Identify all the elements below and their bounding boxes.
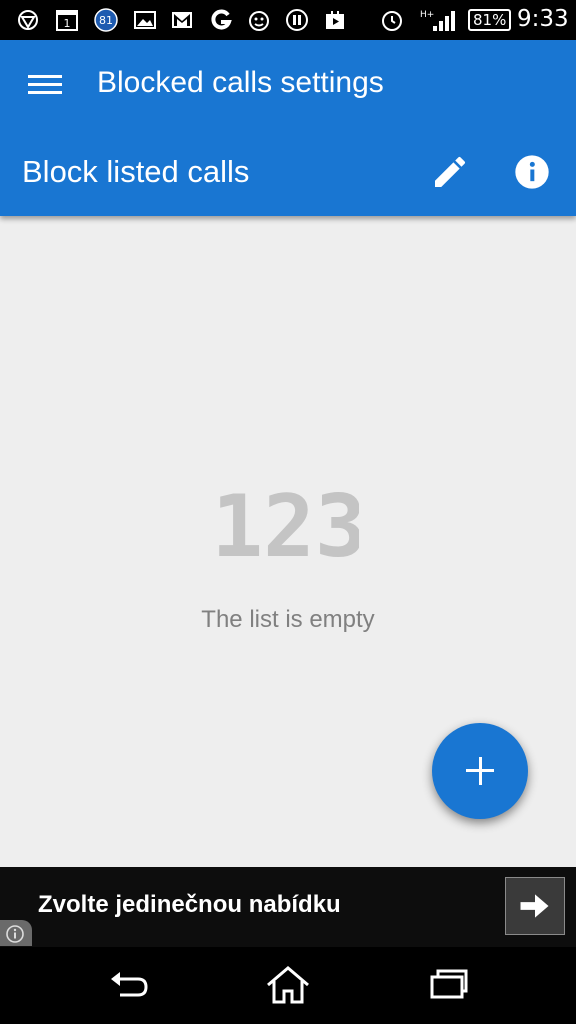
- gmail-icon: [170, 8, 194, 32]
- empty-graphic-number: 123: [219, 484, 359, 564]
- calendar-icon: 1: [55, 8, 79, 32]
- menu-icon[interactable]: [24, 69, 66, 101]
- back-button[interactable]: [104, 965, 152, 1005]
- ad-banner[interactable]: Zvolte jedinečnou nabídku: [0, 867, 576, 947]
- recent-apps-button[interactable]: [424, 965, 472, 1005]
- info-icon: [6, 925, 24, 943]
- ad-info-button[interactable]: [0, 920, 32, 946]
- back-icon: [111, 972, 148, 997]
- clock: 9:33: [517, 6, 569, 32]
- alarm-icon: [380, 8, 404, 32]
- status-bar: 1 81 H+ 81% 9:33: [0, 0, 576, 40]
- play-store-icon: [323, 8, 347, 32]
- info-icon[interactable]: [512, 152, 552, 192]
- ad-text: Zvolte jedinečnou nabídku: [38, 891, 341, 918]
- home-button[interactable]: [264, 965, 312, 1005]
- recent-apps-icon: [430, 969, 468, 999]
- badge-icon: 81: [93, 8, 119, 32]
- empty-list-graphic: 123: [219, 484, 359, 564]
- monkey-icon: [247, 8, 271, 32]
- signal-icon: H+: [420, 8, 456, 32]
- calendar-day: 1: [64, 17, 71, 30]
- app-bar: Blocked calls settings Block listed call…: [0, 40, 576, 216]
- network-type: H+: [420, 10, 434, 20]
- edit-icon[interactable]: [430, 152, 470, 192]
- battery-level: 81%: [473, 11, 507, 29]
- badge-count: 81: [99, 14, 113, 27]
- navigation-bar: [0, 947, 576, 1024]
- empty-message: The list is empty: [201, 606, 375, 633]
- app-notification-icon: [16, 8, 40, 32]
- arrow-right-icon: [520, 894, 549, 918]
- add-button[interactable]: [432, 723, 528, 819]
- image-icon: [133, 8, 157, 32]
- game-icon: [285, 8, 309, 32]
- page-title: Blocked calls settings: [97, 66, 384, 99]
- g-icon: [209, 8, 233, 32]
- ad-arrow-button[interactable]: [505, 877, 565, 935]
- battery-icon: 81%: [468, 9, 512, 31]
- section-title: Block listed calls: [22, 154, 250, 189]
- home-icon: [267, 966, 309, 1004]
